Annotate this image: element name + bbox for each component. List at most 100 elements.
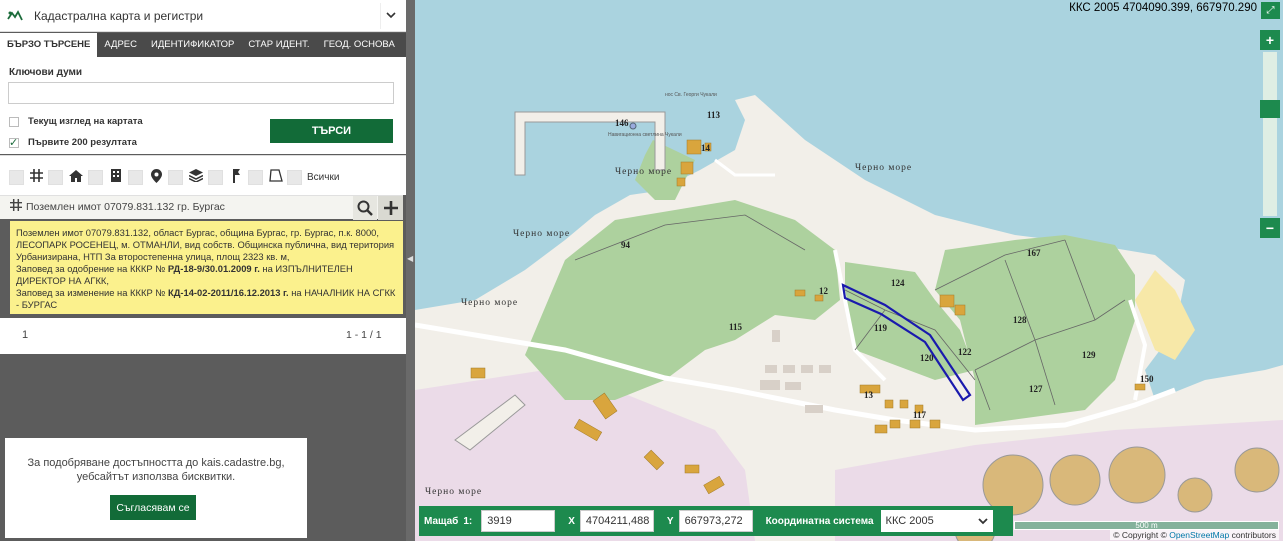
object-type-filters: Всички (0, 155, 406, 195)
x-label: X (568, 515, 575, 527)
tab-address[interactable]: АДРЕС (97, 33, 144, 57)
y-label: Y (666, 515, 674, 527)
add-icon[interactable] (378, 196, 403, 220)
area-shape-icon (268, 169, 284, 186)
chevron-down-icon[interactable] (380, 2, 400, 29)
lighthouse-marker (629, 122, 637, 130)
parcel-number: 119 (874, 323, 888, 333)
storage-tank (1049, 454, 1101, 506)
approval-order-number: РД-18-9/30.01.2009 г. (167, 263, 260, 274)
parcel-grid-icon (10, 199, 22, 214)
scale-input[interactable]: 3919 (481, 510, 556, 532)
module-title: Кадастрална карта и регистри (34, 8, 204, 23)
scale-label: Мащаб (424, 515, 459, 527)
sea-label: Черно море (425, 487, 482, 497)
results-pager: 1 1 - 1 / 1 (0, 318, 406, 354)
quick-search-form: Ключови думи Текущ изглед на картата ✓ П… (0, 57, 406, 154)
zoom-out-button[interactable]: − (1260, 218, 1280, 238)
filter-checkbox[interactable] (128, 170, 143, 185)
parcel-number: 150 (1140, 374, 1154, 384)
filter-all-label: Всички (307, 172, 340, 183)
tab-old-identifier[interactable]: СТАР ИДЕНТ. (241, 33, 316, 57)
storage-tank (1177, 477, 1213, 513)
sea-label: Черно море (615, 167, 672, 177)
checkmark-icon: ✓ (9, 137, 19, 149)
storage-tank (1234, 447, 1280, 493)
cursor-coordinates: ККС 2005 4704090.399, 667970.290 (1069, 2, 1257, 14)
coordinate-system-label: Координатна система (765, 515, 874, 527)
cadastre-logo-icon (0, 0, 30, 32)
amendment-order-number: КД-14-02-2011/16.12.2013 г. (167, 287, 289, 298)
tab-identifier[interactable]: ИДЕНТИФИКАТОР (144, 33, 241, 57)
parcel-number: 122 (958, 347, 972, 357)
parcel-number: 146 (615, 118, 629, 128)
result-description: Поземлен имот 07079.831.132, област Бург… (10, 221, 403, 314)
module-selector[interactable]: Кадастрална карта и регистри (0, 0, 406, 32)
parcel-number: 124 (891, 278, 905, 288)
keywords-label: Ключови думи (9, 67, 83, 78)
parcel-number: 14 (701, 143, 711, 153)
scale-line: 500 m (1014, 521, 1279, 530)
cookie-accept-button[interactable]: Съгласявам се (110, 495, 196, 520)
sea-label: Черно море (461, 298, 518, 308)
search-tabs: БЪРЗО ТЪРСЕНЕ АДРЕС ИДЕНТИФИКАТОР СТАР И… (0, 33, 406, 57)
y-coordinate-input[interactable]: 667973,272 (678, 510, 753, 532)
result-title: Поземлен имот 07079.831.132 гр. Бургас (26, 201, 225, 213)
amendment-order-prefix: Заповед за изменение на КККР № (16, 287, 166, 298)
cape-label: нос Св. Георги Чукали (665, 92, 717, 98)
filter-checkbox[interactable] (88, 170, 103, 185)
result-header[interactable]: Поземлен имот 07079.831.132 гр. Бургас (0, 195, 403, 220)
page-number[interactable]: 1 (22, 329, 28, 341)
map-attribution: © Copyright © OpenStreetMap contributors (1110, 530, 1279, 540)
filter-checkbox[interactable] (168, 170, 183, 185)
attribution-suffix: contributors (1229, 530, 1276, 540)
filter-all-checkbox[interactable] (287, 170, 302, 185)
parcel-number: 115 (729, 322, 743, 332)
location-pin-icon (148, 169, 164, 186)
filter-checkbox[interactable] (9, 170, 24, 185)
current-view-label: Текущ изглед на картата (28, 116, 143, 127)
parcel-number: 117 (913, 410, 927, 420)
building-icon (108, 169, 124, 186)
parcel-grid-icon (28, 169, 44, 186)
parcel-number: 113 (707, 110, 721, 120)
result-desc-text: Поземлен имот 07079.831.132, област Бург… (16, 227, 395, 262)
osm-link[interactable]: OpenStreetMap (1169, 530, 1229, 540)
cookie-text: За подобряване достъпността до kais.cada… (27, 457, 285, 483)
parcel-number: 94 (621, 240, 631, 250)
filter-checkbox[interactable] (248, 170, 263, 185)
map-canvas[interactable]: Черно море Черно море Черно море Черно м… (415, 0, 1283, 541)
lighthouse-label: Навигационна светлина Чукали (608, 132, 682, 138)
zoom-control: + − (1260, 30, 1280, 240)
parcel-number: 12 (819, 286, 829, 296)
search-button[interactable]: ТЪРСИ (270, 119, 393, 143)
map-status-bar: Мащаб 1: 3919 X 4704211,488 Y 667973,272… (419, 506, 1013, 536)
geodetic-point-icon (228, 169, 244, 186)
filter-checkbox[interactable] (208, 170, 223, 185)
scale-prefix: 1: (463, 515, 473, 527)
tab-quick-search[interactable]: БЪРЗО ТЪРСЕНЕ (0, 33, 98, 57)
map-view[interactable]: Черно море Черно море Черно море Черно м… (415, 0, 1283, 541)
expand-icon[interactable]: ⤢ (1261, 2, 1280, 19)
coordinate-system-select[interactable]: ККС 2005 (880, 510, 993, 532)
left-panel: Кадастрална карта и регистри БЪРЗО ТЪРСЕ… (0, 0, 406, 541)
cookie-banner: За подобряване достъпността до kais.cada… (5, 438, 307, 538)
chevron-down-icon (977, 517, 988, 524)
zoom-slider-track[interactable] (1263, 52, 1277, 216)
parcel-number: 129 (1082, 350, 1096, 360)
current-view-checkbox[interactable] (9, 117, 19, 127)
keywords-input[interactable] (8, 82, 394, 104)
tab-geodetic-base[interactable]: ГЕОД. ОСНОВА (317, 33, 402, 57)
zoom-in-button[interactable]: + (1260, 30, 1280, 50)
parcel-number: 128 (1013, 315, 1027, 325)
filter-checkbox[interactable] (48, 170, 63, 185)
zoom-to-icon[interactable] (353, 196, 377, 220)
x-coordinate-input[interactable]: 4704211,488 (579, 510, 654, 532)
storage-tank (1108, 446, 1166, 504)
sea-label: Черно море (855, 163, 912, 173)
parcel-number: 120 (920, 353, 934, 363)
parcel-number: 127 (1029, 384, 1043, 394)
zoom-slider-handle[interactable] (1260, 100, 1280, 118)
results-count: 1 - 1 / 1 (346, 329, 382, 341)
panel-collapse-handle[interactable]: ◀ (406, 0, 415, 541)
